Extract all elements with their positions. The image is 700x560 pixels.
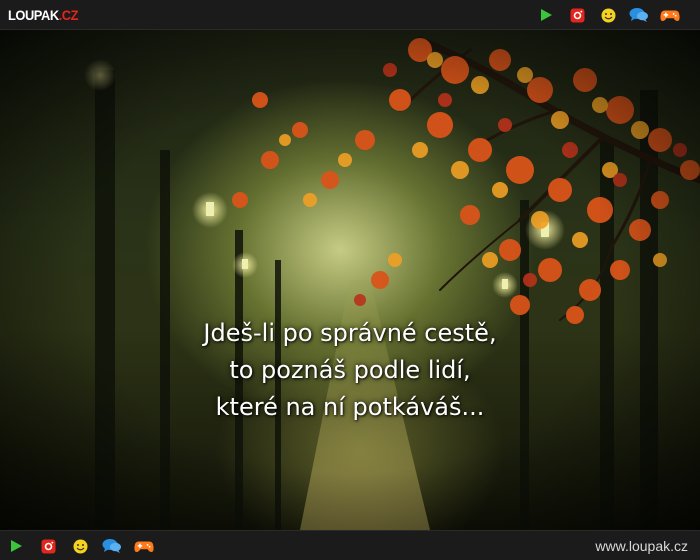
site-url[interactable]: www.loupak.cz	[595, 538, 688, 554]
gamepad-icon[interactable]	[660, 6, 680, 24]
gamepad-icon[interactable]	[134, 537, 154, 555]
chat-icon[interactable]	[629, 6, 649, 24]
top-icon-nav	[536, 6, 691, 24]
site-logo[interactable]: LOUPAK.CZ	[8, 5, 79, 25]
chat-icon[interactable]	[102, 537, 122, 555]
quote-text: Jdeš-li po správné cestě, to poznáš podl…	[150, 315, 550, 426]
instagram-icon[interactable]	[38, 537, 58, 555]
smiley-icon[interactable]	[598, 6, 618, 24]
bottom-bar: www.loupak.cz	[0, 530, 700, 560]
play-icon[interactable]	[536, 6, 556, 24]
logo-main-text: LOUPAK	[8, 7, 59, 23]
smiley-icon[interactable]	[70, 537, 90, 555]
instagram-icon[interactable]	[567, 6, 587, 24]
quote-line: to poznáš podle lidí,	[229, 356, 471, 384]
autumn-scene-illustration	[0, 30, 700, 530]
autumn-path-image: Jdeš-li po správné cestě, to poznáš podl…	[0, 30, 700, 530]
play-icon[interactable]	[6, 537, 26, 555]
top-bar: LOUPAK.CZ	[0, 0, 700, 30]
bottom-icon-nav	[6, 537, 166, 555]
logo-tld-text: .CZ	[58, 7, 79, 23]
quote-line: které na ní potkáváš...	[215, 393, 485, 421]
quote-line: Jdeš-li po správné cestě,	[203, 319, 497, 347]
